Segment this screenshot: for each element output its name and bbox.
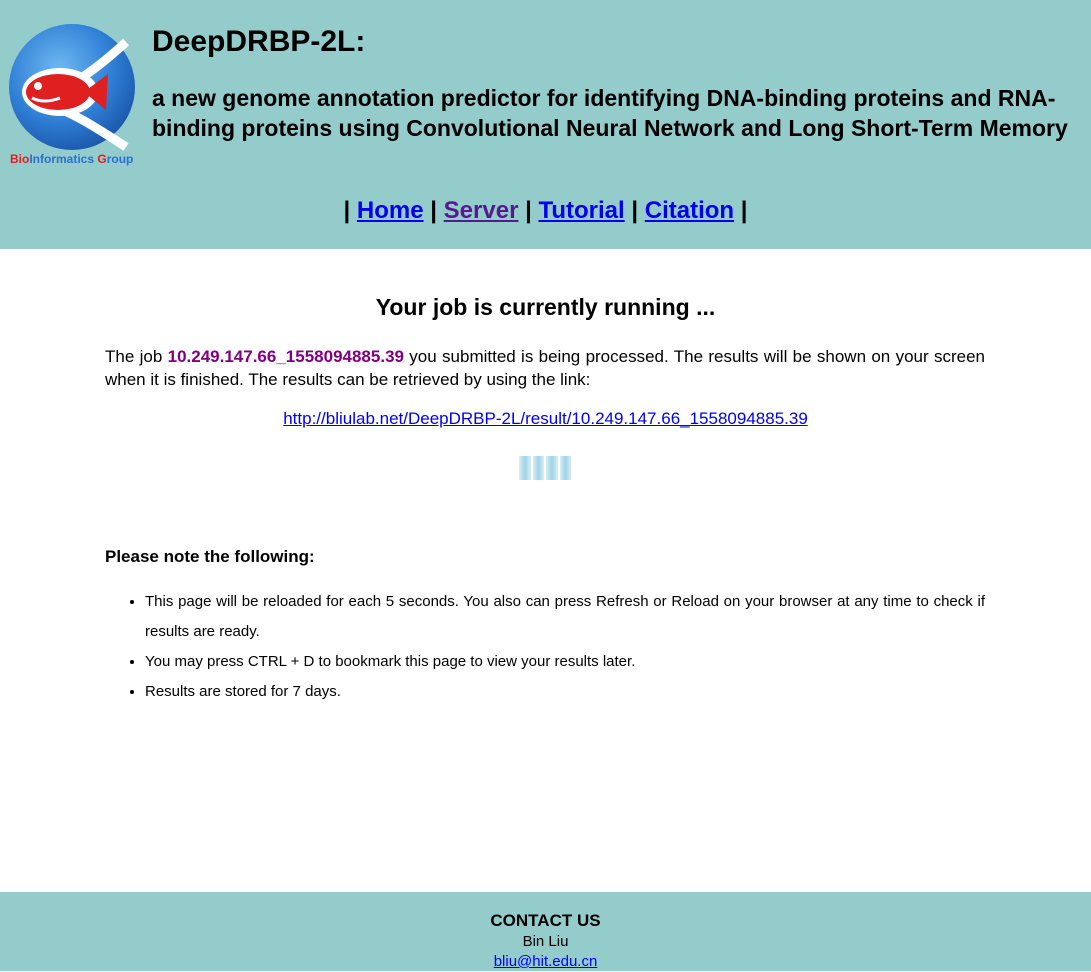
bioinformatics-group-logo: BioInformatics Group <box>9 24 135 166</box>
loading-spinner <box>519 456 571 480</box>
svg-text:BioInformatics Group: BioInformatics Group <box>10 152 133 166</box>
contact-email-link[interactable]: bliu@hit.edu.cn <box>494 953 598 970</box>
spinner-bar <box>546 456 558 480</box>
nav-separator: | <box>525 197 532 224</box>
note-item: Results are stored for 7 days. <box>145 677 985 707</box>
job-description: The job 10.249.147.66_1558094885.39 you … <box>105 345 985 391</box>
nav-separator: | <box>430 197 437 224</box>
site-subtitle: a new genome annotation predictor for id… <box>152 85 1068 141</box>
job-status-title: Your job is currently running ... <box>375 294 716 320</box>
nav-separator: | <box>343 197 351 224</box>
nav-tutorial-link[interactable]: Tutorial <box>538 197 624 224</box>
contact-title: CONTACT US <box>490 911 601 930</box>
result-link-container: http://bliulab.net/DeepDRBP-2L/result/10… <box>0 408 1091 430</box>
job-id: 10.249.147.66_1558094885.39 <box>167 347 404 366</box>
nav-home-link[interactable]: Home <box>357 197 424 224</box>
nav-citation-link[interactable]: Citation <box>645 197 734 224</box>
header: BioInformatics Group DeepDRBP-2L: a new … <box>0 0 1091 249</box>
spinner-bar <box>559 456 571 480</box>
job-prefix-text: The job <box>105 347 168 366</box>
main-nav: | Home | Server | Tutorial | Citation | <box>0 194 1091 228</box>
notes-title: Please note the following: <box>105 547 315 566</box>
spinner-bar <box>532 456 544 480</box>
result-link[interactable]: http://bliulab.net/DeepDRBP-2L/result/10… <box>283 409 808 428</box>
spinner-bar <box>519 456 531 480</box>
notes-list: This page will be reloaded for each 5 se… <box>105 587 985 707</box>
contact-email-container: bliu@hit.edu.cn <box>0 952 1091 972</box>
contact-name: Bin Liu <box>522 933 569 950</box>
note-item: This page will be reloaded for each 5 se… <box>145 587 985 647</box>
site-title: DeepDRBP-2L: <box>152 25 366 58</box>
note-item: You may press CTRL + D to bookmark this … <box>145 647 985 677</box>
nav-separator: | <box>740 197 748 224</box>
nav-separator: | <box>631 197 639 224</box>
nav-server-link[interactable]: Server <box>444 197 519 224</box>
